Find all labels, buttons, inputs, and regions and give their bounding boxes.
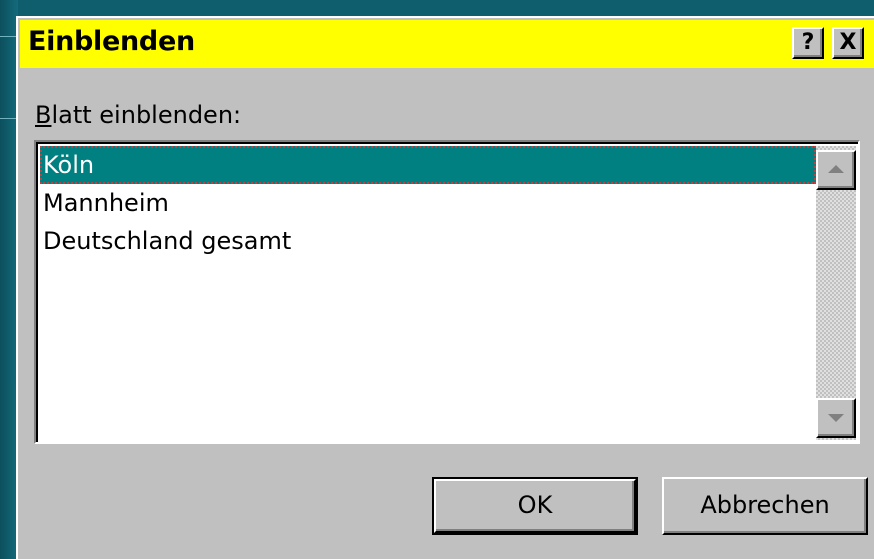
unhide-dialog: Einblenden ? X Blatt einblenden: Köln Ma… — [16, 16, 874, 559]
help-button[interactable]: ? — [792, 27, 824, 59]
arrow-down-icon — [828, 414, 844, 422]
scroll-down-button[interactable] — [816, 398, 856, 438]
list-item-deutschland-gesamt[interactable]: Deutschland gesamt — [40, 222, 816, 260]
sheet-listbox[interactable]: Köln Mannheim Deutschland gesamt — [34, 140, 860, 444]
ok-button[interactable]: OK — [432, 477, 638, 535]
arrow-up-icon — [828, 165, 844, 173]
list-item-koeln[interactable]: Köln — [40, 146, 816, 184]
sheet-list-items: Köln Mannheim Deutschland gesamt — [40, 146, 816, 260]
ok-button-label: OK — [517, 491, 553, 519]
close-button[interactable]: X — [832, 27, 864, 59]
close-icon: X — [839, 30, 857, 55]
vertical-scrollbar[interactable] — [816, 146, 856, 440]
scroll-up-button[interactable] — [816, 150, 856, 190]
cancel-button[interactable]: Abbrechen — [662, 477, 868, 535]
question-mark-icon: ? — [801, 30, 815, 55]
sheet-list-label: Blatt einblenden: — [35, 101, 242, 129]
list-item-mannheim[interactable]: Mannheim — [40, 184, 816, 222]
dialog-title: Einblenden — [28, 26, 195, 57]
cancel-button-label: Abbrechen — [700, 491, 830, 519]
title-bar[interactable]: Einblenden ? X — [20, 20, 874, 68]
